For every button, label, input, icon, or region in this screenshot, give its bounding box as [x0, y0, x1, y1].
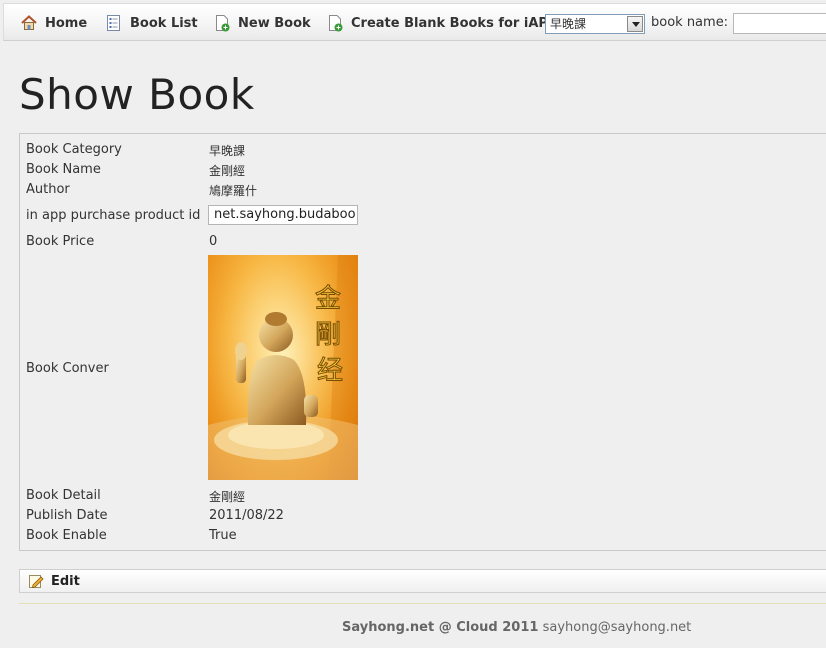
- book-name-value: 金剛經: [209, 164, 246, 178]
- footer-email: sayhong@sayhong.net: [542, 620, 692, 635]
- book-detail-value: 金剛經: [209, 490, 246, 504]
- edit-button[interactable]: Edit: [28, 570, 80, 592]
- list-document-icon: [105, 14, 123, 32]
- page-title: Show Book: [19, 70, 255, 119]
- book-list-label: Book List: [130, 15, 198, 31]
- book-enable-label: Book Enable: [26, 528, 107, 543]
- top-toolbar: Home Book List New Book Create Blank Boo…: [3, 3, 826, 41]
- new-book-label: New Book: [238, 15, 311, 31]
- home-icon: [20, 14, 38, 32]
- book-detail-label: Book Detail: [26, 488, 101, 503]
- publish-date-value: 2011/08/22: [209, 508, 284, 523]
- edit-label: Edit: [51, 573, 80, 589]
- pencil-edit-icon: [28, 573, 44, 589]
- book-list-link[interactable]: Book List: [105, 4, 198, 42]
- book-name-label: Book Name: [26, 162, 101, 177]
- product-id-field[interactable]: net.sayhong.budaboo: [208, 205, 358, 225]
- publish-date-label: Publish Date: [26, 508, 108, 523]
- category-select-value: 早晚課: [550, 17, 587, 31]
- book-enable-value: True: [209, 528, 237, 543]
- create-blank-books-label: Create Blank Books for iAP: [351, 15, 548, 31]
- product-id-label: in app purchase product id: [26, 208, 201, 223]
- book-cover-title: 金 剛 经: [314, 284, 343, 387]
- footer-brand: Sayhong.net @ Cloud 2011: [342, 620, 539, 635]
- book-price-value: 0: [209, 234, 218, 249]
- author-value: 鳩摩羅什: [209, 184, 258, 198]
- category-select[interactable]: 早晚課: [545, 14, 645, 34]
- footer-divider: [19, 603, 826, 604]
- home-link[interactable]: Home: [20, 4, 87, 42]
- book-price-label: Book Price: [26, 234, 95, 249]
- cover-char-3: 经: [317, 356, 343, 386]
- book-cover-image: 金 剛 经: [208, 255, 358, 480]
- home-label: Home: [45, 15, 88, 31]
- document-add-icon: [213, 14, 231, 32]
- new-book-link[interactable]: New Book: [213, 4, 311, 42]
- cover-char-1: 金: [315, 284, 341, 314]
- chevron-down-icon[interactable]: [627, 16, 643, 32]
- book-name-input[interactable]: [733, 13, 826, 34]
- footer: Sayhong.net @ Cloud 2011 sayhong@sayhong…: [342, 620, 691, 635]
- book-category-label: Book Category: [26, 142, 122, 157]
- document-add-icon: [326, 14, 344, 32]
- action-bar: Edit: [19, 569, 826, 593]
- cover-char-2: 剛: [315, 320, 341, 350]
- book-cover-label: Book Conver: [26, 361, 109, 376]
- book-category-value: 早晚課: [209, 144, 246, 158]
- create-blank-books-link[interactable]: Create Blank Books for iAP: [326, 4, 548, 42]
- book-details-panel: Book Category 早晚課 Book Name 金剛經 Author 鳩…: [19, 133, 826, 551]
- book-name-label: book name:: [651, 15, 729, 30]
- author-label: Author: [26, 182, 70, 197]
